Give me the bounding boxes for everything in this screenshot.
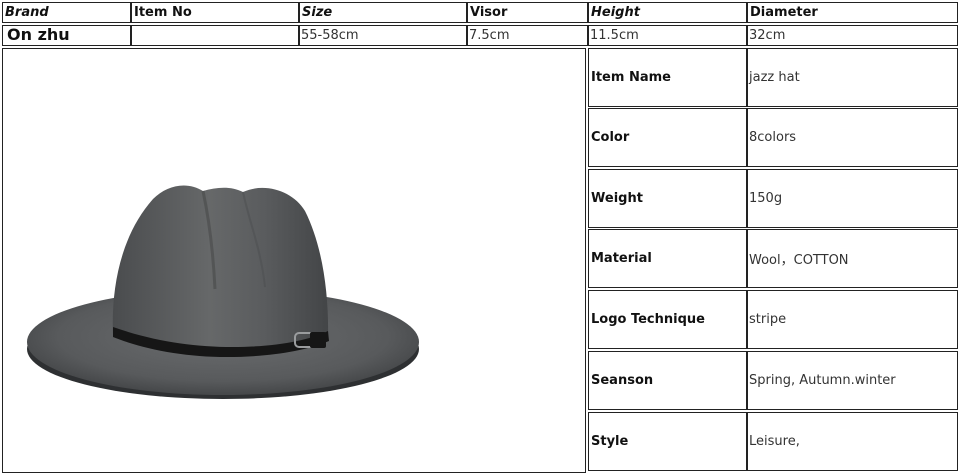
- header-brand: Brand: [2, 2, 131, 23]
- header-size: Size: [299, 2, 467, 23]
- property-label: Material: [588, 229, 747, 288]
- diameter-value: 32cm: [747, 25, 958, 46]
- height-value: 11.5cm: [588, 25, 747, 46]
- property-value: jazz hat: [747, 48, 958, 107]
- fedora-hat-icon: [27, 185, 419, 399]
- size-value: 55-58cm: [299, 25, 467, 46]
- property-value: Leisure,: [747, 412, 958, 471]
- property-value: 8colors: [747, 108, 958, 167]
- property-label: Weight: [588, 169, 747, 228]
- item-no-value: [131, 25, 299, 46]
- header-height: Height: [588, 2, 747, 23]
- property-label: Item Name: [588, 48, 747, 107]
- property-label: Logo Technique: [588, 290, 747, 349]
- property-value: Spring, Autumn.winter: [747, 351, 958, 410]
- header-diameter: Diameter: [747, 2, 958, 23]
- property-value: Wool，COTTON: [747, 229, 958, 288]
- property-value: 150g: [747, 169, 958, 228]
- property-label: Seanson: [588, 351, 747, 410]
- header-item-no: Item No: [131, 2, 299, 23]
- visor-value: 7.5cm: [467, 25, 588, 46]
- property-label: Style: [588, 412, 747, 471]
- header-visor: Visor: [467, 2, 588, 23]
- product-image: [2, 48, 586, 473]
- brand-value: On zhu: [2, 25, 131, 46]
- property-label: Color: [588, 108, 747, 167]
- property-value: stripe: [747, 290, 958, 349]
